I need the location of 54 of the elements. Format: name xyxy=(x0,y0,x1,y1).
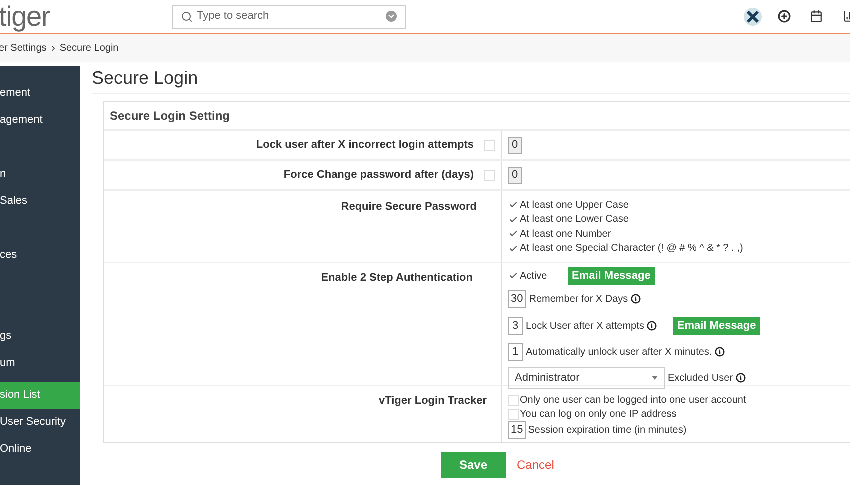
option-label: At least one Special Character (! @ # % ^ & * ? . ,) xyxy=(520,242,744,256)
option-label: Excluded User xyxy=(668,372,734,386)
sidebar-item[interactable]: User Security xyxy=(0,409,80,436)
search-bar[interactable]: Type to search xyxy=(172,4,406,28)
search-icon xyxy=(181,10,193,22)
info-icon xyxy=(647,321,658,331)
option-label: Active xyxy=(520,270,548,284)
checkbox[interactable] xyxy=(508,270,519,282)
option-label: Only one user can be logged into one user account xyxy=(520,394,746,408)
sidebar-item[interactable]: Sales xyxy=(0,188,80,215)
checkbox[interactable] xyxy=(484,170,495,180)
number-field[interactable]: 30 xyxy=(508,290,526,308)
setting-label: vTiger Login Tracker xyxy=(378,394,487,409)
cancel-link[interactable]: Cancel xyxy=(517,456,554,474)
caret-icon xyxy=(652,376,658,380)
option-label: At least one Lower Case xyxy=(520,213,629,228)
user-select[interactable]: Administrator xyxy=(508,367,665,389)
checkbox[interactable] xyxy=(508,394,519,406)
number-field[interactable]: 15 xyxy=(508,421,526,439)
number-field[interactable]: 0 xyxy=(508,136,522,154)
number-field[interactable]: 0 xyxy=(508,166,522,184)
setting-label: Force Change password after (days) xyxy=(284,168,474,183)
checkbox[interactable] xyxy=(484,140,495,150)
page-title: Secure Login xyxy=(92,63,850,94)
calendar-icon[interactable] xyxy=(810,10,823,23)
panel-title: Secure Login Setting xyxy=(104,102,850,131)
setting-label: Lock user after X incorrect login attempts xyxy=(256,138,474,153)
option-label: At least one Upper Case xyxy=(520,198,629,213)
option-label: Session expiration time (in minutes) xyxy=(528,424,687,438)
info-icon xyxy=(715,347,726,357)
number-field[interactable]: 1 xyxy=(508,343,523,361)
add-icon[interactable] xyxy=(778,10,791,23)
option-label: Remember for X Days xyxy=(529,292,628,306)
search-field[interactable]: Type to search xyxy=(197,8,382,25)
sidebar-item[interactable]: gs xyxy=(0,323,80,350)
sidebar-item[interactable]: um xyxy=(0,350,80,377)
number-field[interactable]: 3 xyxy=(508,317,523,335)
option-label: Lock User after X attempts xyxy=(526,320,644,334)
app-logo-icon[interactable] xyxy=(744,8,762,26)
setting-label: Require Secure Password xyxy=(341,200,477,215)
setting-label: Enable 2 Step Authentication xyxy=(321,271,473,286)
option-label: You can log on only one IP address xyxy=(520,408,677,422)
option-label: Automatically unlock user after X minutes. xyxy=(526,346,712,360)
option-label: At least one Number xyxy=(520,228,612,242)
dropdown-icon[interactable] xyxy=(386,11,397,22)
sidebar-item[interactable]: ement xyxy=(0,80,80,107)
info-icon xyxy=(631,294,642,304)
sidebar-item[interactable]: agement xyxy=(0,107,80,134)
sidebar-item[interactable]: ces xyxy=(0,242,80,269)
checkbox[interactable] xyxy=(508,408,519,420)
sidebar-item[interactable]: n xyxy=(0,161,80,188)
breadcrumb-current: Secure Login xyxy=(60,42,119,56)
info-icon xyxy=(736,373,746,383)
sidebar-item[interactable]: Online xyxy=(0,436,80,463)
